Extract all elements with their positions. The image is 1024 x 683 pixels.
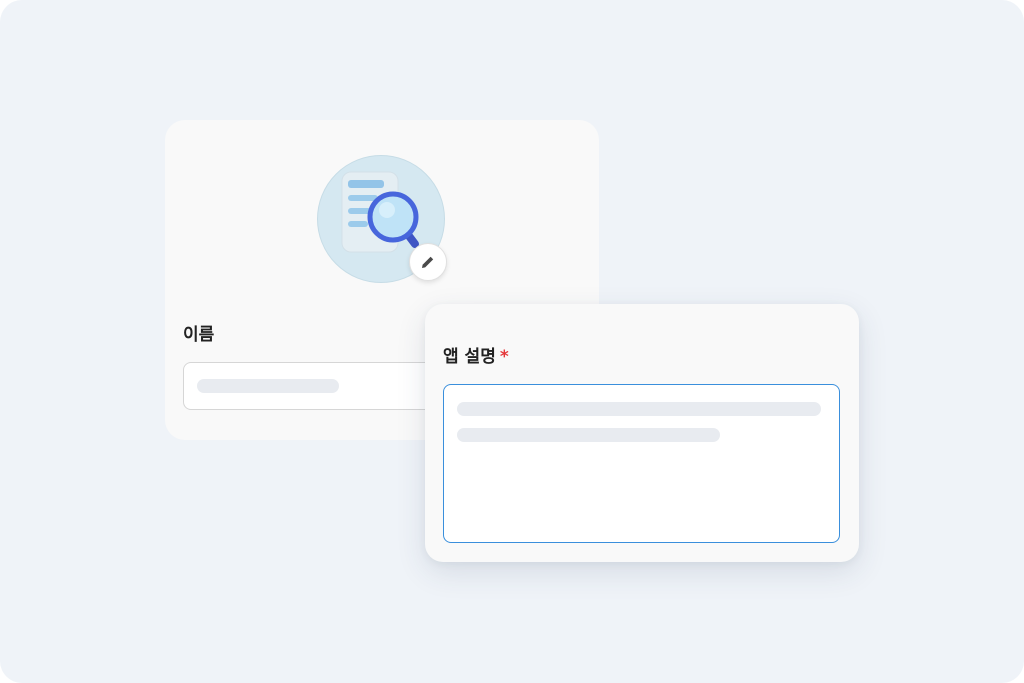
name-field-label: 이름 [183, 325, 215, 345]
app-icon-picker[interactable] [317, 155, 447, 283]
description-label-text: 앱 설명 [443, 347, 496, 367]
name-input-placeholder-bar [197, 379, 339, 393]
description-placeholder-bar [457, 402, 821, 416]
canvas: 이름 앱 설명 * [0, 0, 1024, 683]
description-textarea[interactable] [443, 384, 840, 543]
pencil-icon [422, 256, 434, 268]
description-field-label: 앱 설명 * [443, 342, 509, 367]
required-mark: * [499, 347, 509, 367]
edit-icon-button[interactable] [409, 243, 447, 281]
app-description-card: 앱 설명 * [425, 304, 859, 562]
description-placeholder-bar [457, 428, 720, 442]
